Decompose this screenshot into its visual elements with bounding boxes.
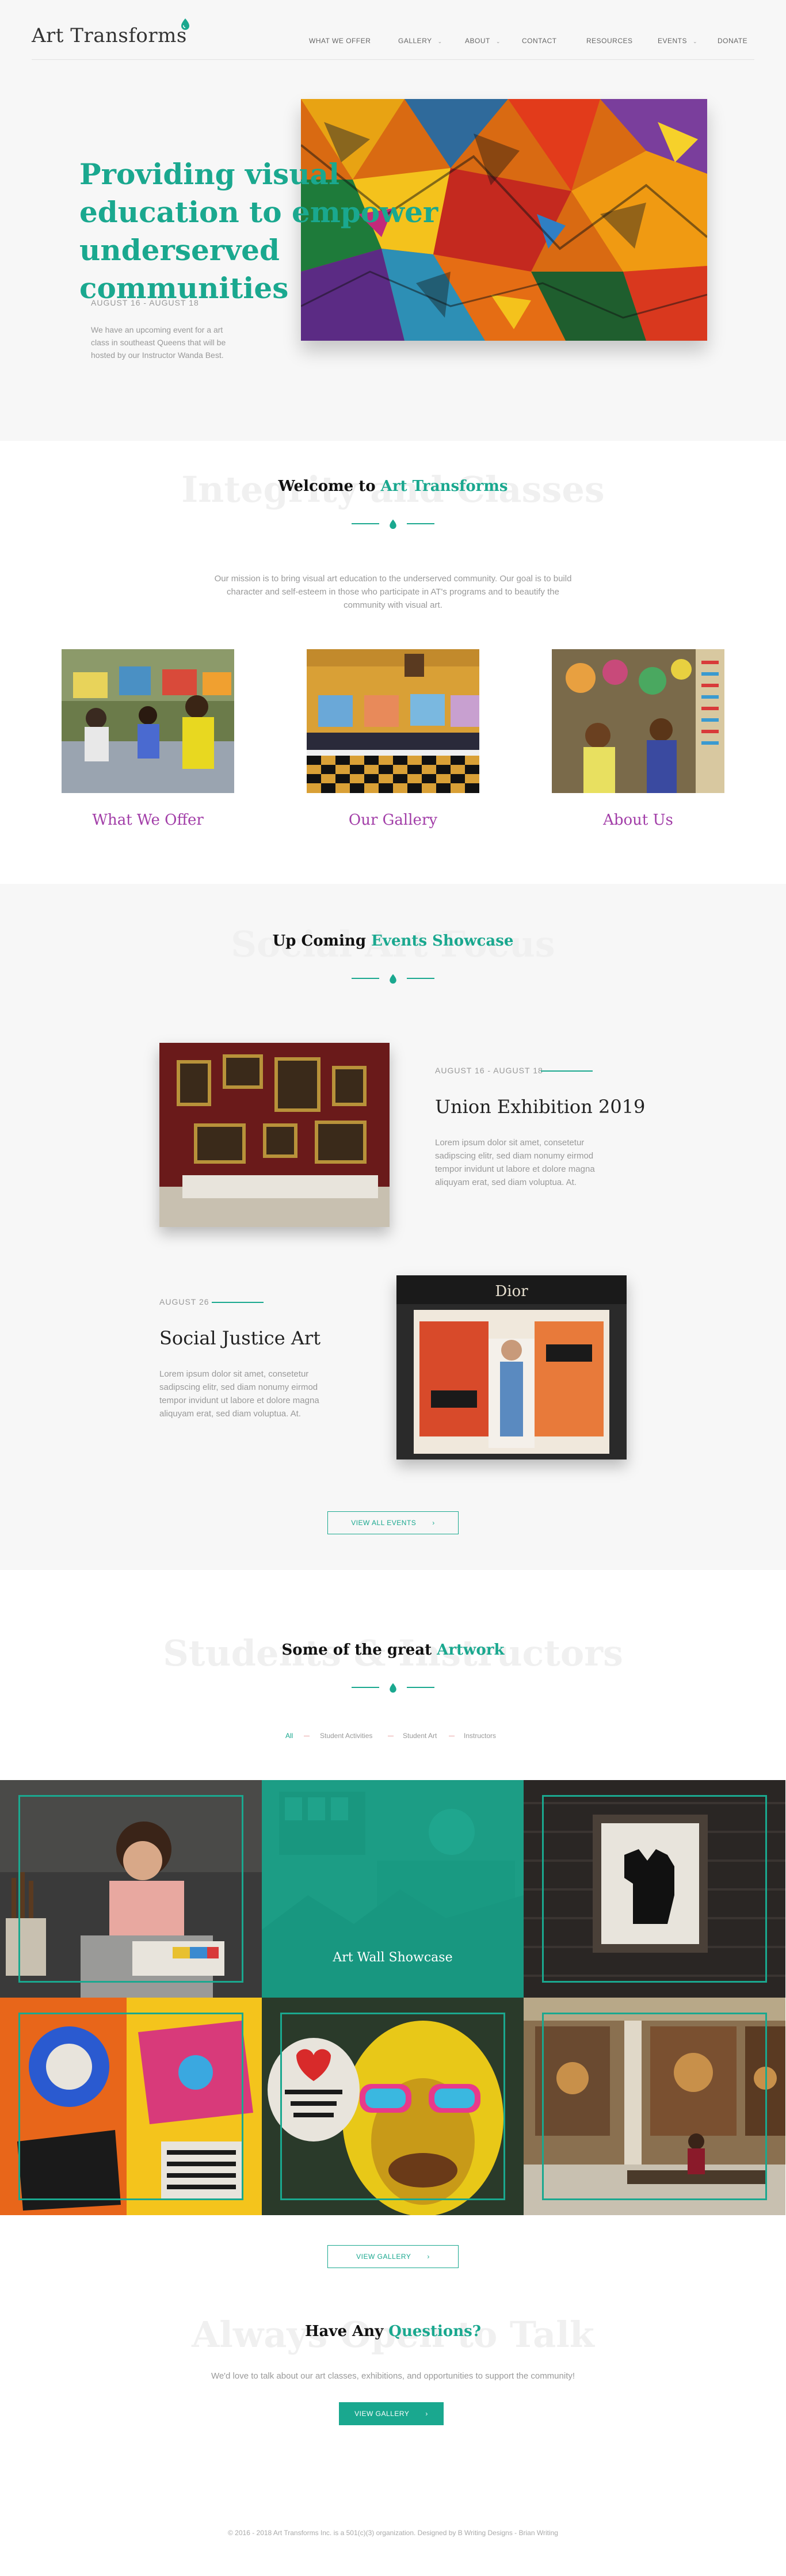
nav-gallery[interactable]: GALLERY ⌄ — [398, 37, 442, 45]
main-nav: WHAT WE OFFER GALLERY ⌄ ABOUT ⌄ CONTACT RE… — [309, 37, 754, 46]
hero-title: Providing visual education to empower un… — [79, 157, 438, 305]
nav-label: GALLERY — [398, 37, 432, 45]
paint-drop-icon — [181, 18, 189, 30]
chevron-down-icon: ⌄ — [693, 39, 698, 44]
site-header: Art Transforms WHAT WE OFFER GALLERY ⌄ AB… — [0, 0, 786, 60]
nav-donate[interactable]: DONATE — [718, 37, 747, 45]
nav-label: ABOUT — [465, 37, 490, 45]
page-spacer — [0, 0, 786, 2576]
site-logo[interactable]: Art Transforms — [32, 24, 187, 47]
nav-events[interactable]: EVENTS ⌄ — [658, 37, 697, 45]
chevron-down-icon: ⌄ — [437, 39, 442, 44]
nav-resources[interactable]: RESOURCES — [586, 37, 633, 45]
nav-what-we-offer[interactable]: WHAT WE OFFER — [309, 37, 371, 45]
nav-about[interactable]: ABOUT ⌄ — [465, 37, 501, 45]
nav-label: WHAT WE OFFER — [309, 37, 371, 45]
nav-label: RESOURCES — [586, 37, 633, 45]
header-inner: Art Transforms WHAT WE OFFER GALLERY ⌄ AB… — [32, 0, 754, 60]
nav-label: CONTACT — [522, 37, 557, 45]
chevron-down-icon: ⌄ — [495, 39, 501, 44]
nav-label: EVENTS — [658, 37, 688, 45]
nav-contact[interactable]: CONTACT — [522, 37, 557, 45]
nav-label: DONATE — [718, 37, 748, 45]
